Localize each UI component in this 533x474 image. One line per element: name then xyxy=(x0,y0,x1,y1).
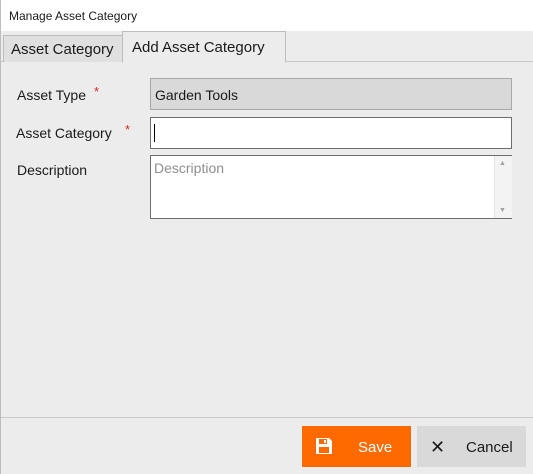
close-icon: ✕ xyxy=(430,437,446,457)
save-button-label: Save xyxy=(358,439,393,456)
scroll-up-arrow-icon[interactable]: ▲ xyxy=(499,160,506,167)
save-button[interactable]: Save xyxy=(302,426,411,467)
text-caret xyxy=(154,124,155,142)
description-textarea[interactable] xyxy=(150,155,512,219)
window-border xyxy=(0,0,1,474)
asset-category-required-mark: * xyxy=(125,122,131,137)
window-title: Manage Asset Category xyxy=(9,9,138,23)
tab-add-asset-category[interactable]: Add Asset Category xyxy=(122,31,286,63)
asset-category-label: Asset Category xyxy=(16,125,112,141)
save-icon xyxy=(315,437,333,459)
tab-asset-category[interactable]: Asset Category xyxy=(3,35,123,62)
title-bar: Manage Asset Category xyxy=(0,0,533,31)
footer-divider xyxy=(1,417,533,418)
asset-type-required-mark: * xyxy=(94,84,100,99)
asset-category-input[interactable] xyxy=(150,117,512,149)
cancel-button[interactable]: ✕ Cancel xyxy=(417,426,526,467)
manage-asset-category-dialog: Manage Asset Category Asset Category Add… xyxy=(0,0,533,474)
asset-type-label: Asset Type xyxy=(17,87,87,103)
cancel-button-label: Cancel xyxy=(466,439,513,456)
description-label: Description xyxy=(17,162,88,178)
asset-type-field: Garden Tools xyxy=(150,78,512,110)
description-scrollbar[interactable]: ▲ ▼ xyxy=(494,156,512,218)
scroll-down-arrow-icon[interactable]: ▼ xyxy=(499,207,506,214)
